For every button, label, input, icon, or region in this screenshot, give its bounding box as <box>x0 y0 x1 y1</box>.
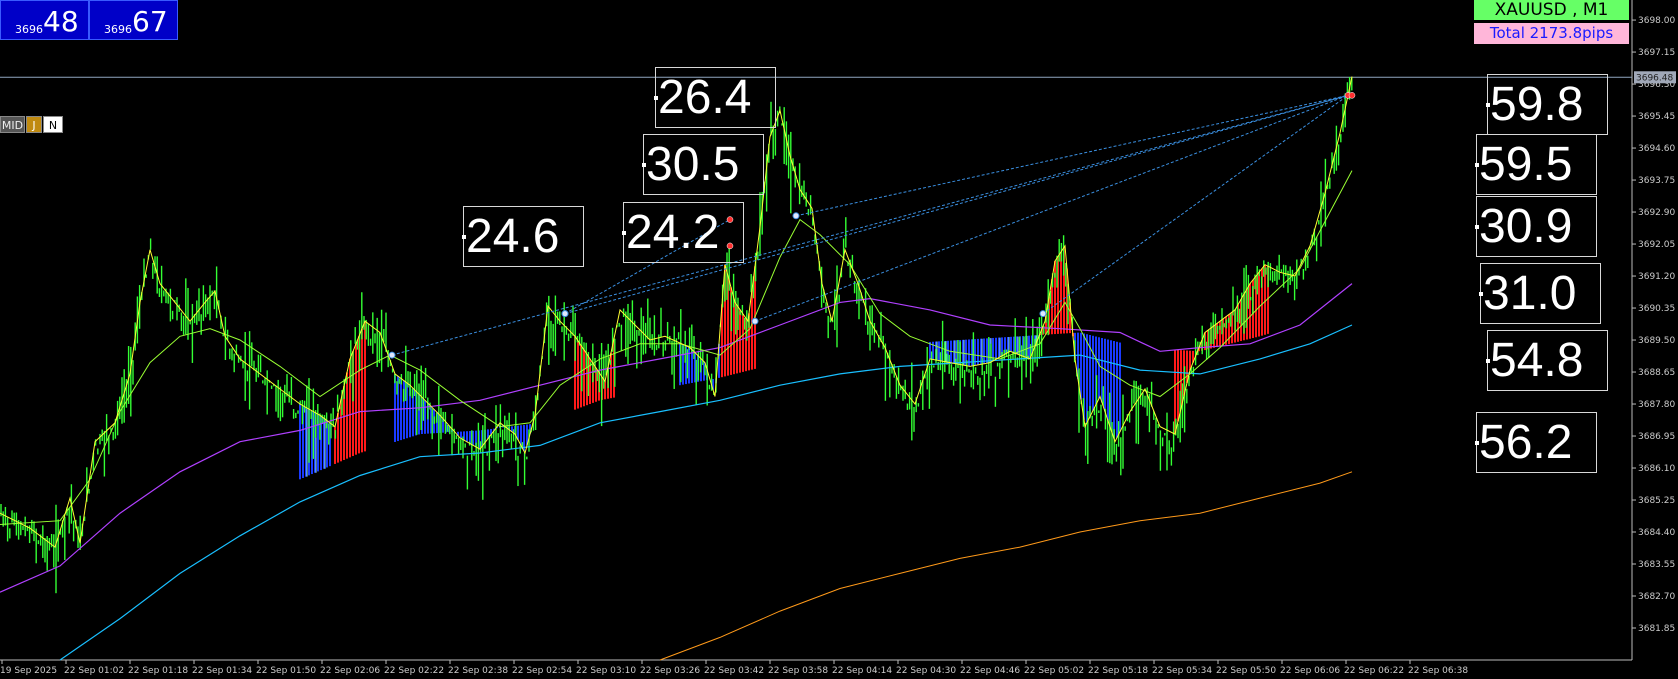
x-tick-label: 19 Sep 2025 <box>0 666 57 676</box>
y-tick-label: 3683.55 <box>1638 560 1675 570</box>
y-tick-label: 3697.15 <box>1638 48 1675 58</box>
y-tick-label: 3692.05 <box>1638 240 1675 250</box>
n-button[interactable]: N <box>43 116 63 133</box>
x-tick-label: 22 Sep 05:34 <box>1152 666 1212 676</box>
value-label-6: 59.5 <box>1475 134 1597 195</box>
connector-marker <box>561 310 569 318</box>
symbol-label: XAUUSD , M1 <box>1474 0 1629 20</box>
x-tick-label: 22 Sep 03:42 <box>704 666 764 676</box>
mid-button[interactable]: MID <box>0 116 25 133</box>
total-pips-label: Total 2173.8pips <box>1474 23 1629 44</box>
current-price-value: 3696.48 <box>1636 73 1673 83</box>
y-tick-label: 3687.80 <box>1638 400 1675 410</box>
y-tick-label: 3682.70 <box>1638 592 1675 602</box>
x-tick-label: 22 Sep 02:22 <box>384 666 444 676</box>
value-label-1: 26.4 <box>654 67 776 128</box>
dashed-connector <box>1042 94 1349 315</box>
bid-box-right: 3696 67 <box>89 0 178 40</box>
bid-box-right-value: 67 <box>132 5 168 38</box>
connector-marker <box>751 317 759 325</box>
x-tick-label: 22 Sep 06:38 <box>1408 666 1468 676</box>
x-tick-label: 22 Sep 03:26 <box>640 666 700 676</box>
x-tick-label: 22 Sep 06:06 <box>1280 666 1340 676</box>
y-tick-label: 3690.35 <box>1638 304 1675 314</box>
y-tick-label: 3698.00 <box>1638 16 1675 26</box>
value-label-2: 30.5 <box>642 134 764 195</box>
x-tick-label: 22 Sep 04:30 <box>896 666 956 676</box>
bid-box-left-prefix: 3696 <box>15 23 43 36</box>
value-label-7: 30.9 <box>1475 196 1597 257</box>
dashed-connector <box>795 94 1349 217</box>
x-tick-label: 22 Sep 02:06 <box>320 666 380 676</box>
value-label-9: 54.8 <box>1486 330 1608 391</box>
x-tick-label: 22 Sep 04:46 <box>960 666 1020 676</box>
x-tick-label: 22 Sep 05:18 <box>1088 666 1148 676</box>
y-tick-label: 3689.50 <box>1638 336 1675 346</box>
x-tick-label: 22 Sep 02:54 <box>512 666 572 676</box>
x-tick-label: 22 Sep 01:18 <box>128 666 188 676</box>
connector-marker <box>792 212 800 220</box>
y-tick-label: 3694.60 <box>1638 144 1675 154</box>
bid-box-right-prefix: 3696 <box>104 23 132 36</box>
value-label-5: 59.8 <box>1486 74 1608 135</box>
y-tick-label: 3693.75 <box>1638 176 1675 186</box>
y-tick-label: 3684.40 <box>1638 528 1675 538</box>
y-tick-label: 3688.65 <box>1638 368 1675 378</box>
y-tick-label: 3685.25 <box>1638 496 1675 506</box>
x-tick-label: 22 Sep 05:50 <box>1216 666 1276 676</box>
y-tick-label: 3686.10 <box>1638 464 1675 474</box>
purple-ma-line <box>0 283 1353 593</box>
y-tick-label: 3681.85 <box>1638 624 1675 634</box>
signal-marker <box>1348 92 1356 99</box>
x-tick-label: 22 Sep 05:02 <box>1024 666 1084 676</box>
x-tick-label: 22 Sep 03:10 <box>576 666 636 676</box>
price-chart[interactable]: 3698.003697.153696.303695.453694.603693.… <box>0 0 1678 679</box>
y-tick-label: 3692.90 <box>1638 208 1675 218</box>
x-tick-label: 22 Sep 03:58 <box>768 666 828 676</box>
x-tick-label: 22 Sep 01:02 <box>64 666 124 676</box>
x-tick-label: 22 Sep 06:22 <box>1344 666 1404 676</box>
value-label-3: 24.6 <box>462 206 584 267</box>
orange-ma-line <box>659 471 1353 661</box>
y-tick-label: 3686.95 <box>1638 432 1675 442</box>
value-label-8: 31.0 <box>1479 263 1601 324</box>
j-button[interactable]: J <box>26 116 42 133</box>
y-tick-label: 3691.20 <box>1638 272 1675 282</box>
bid-box-left-value: 48 <box>43 5 79 38</box>
value-label-4: 24.2 <box>622 202 744 263</box>
value-label-10: 56.2 <box>1475 412 1597 473</box>
connector-marker <box>388 351 396 359</box>
x-tick-label: 22 Sep 01:50 <box>256 666 316 676</box>
x-tick-label: 22 Sep 01:34 <box>192 666 252 676</box>
x-tick-label: 22 Sep 02:38 <box>448 666 508 676</box>
y-tick-label: 3695.45 <box>1638 112 1675 122</box>
connector-marker <box>1039 310 1047 318</box>
x-tick-label: 22 Sep 04:14 <box>832 666 892 676</box>
bid-box-left: 3696 48 <box>0 0 89 40</box>
